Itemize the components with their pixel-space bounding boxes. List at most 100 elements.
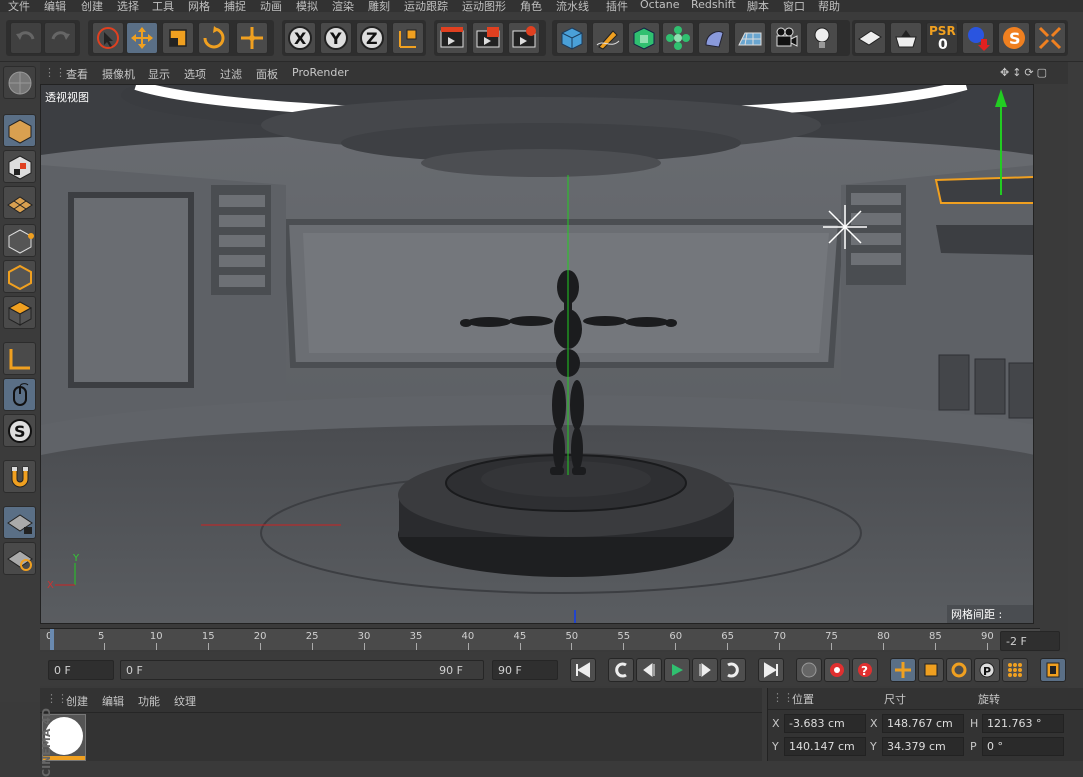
render-settings-button[interactable]	[508, 22, 540, 54]
lock-workplane-button[interactable]	[3, 506, 36, 539]
viewport-menu-item[interactable]: 摄像机	[102, 66, 135, 82]
menu-item[interactable]: 脚本	[747, 0, 769, 12]
viewport-menu-item[interactable]: ProRender	[292, 66, 349, 79]
transform-tool-button[interactable]	[236, 22, 268, 54]
floor-object-button[interactable]	[734, 22, 766, 54]
explode-plugin-button[interactable]	[1034, 22, 1066, 54]
render-to-picture-viewer-button[interactable]	[472, 22, 504, 54]
menu-item[interactable]: 编辑	[44, 0, 66, 12]
y-axis-lock-button[interactable]: Y	[320, 22, 352, 54]
menu-item[interactable]: 帮助	[818, 0, 840, 12]
workplane-mode-button[interactable]	[3, 186, 36, 219]
menu-item[interactable]: 角色	[520, 0, 542, 12]
make-editable-button[interactable]	[3, 66, 36, 99]
psr-button[interactable]: PSR 0	[926, 22, 958, 54]
light-button[interactable]	[806, 22, 838, 54]
surface-button[interactable]	[854, 22, 886, 54]
subdivision-surface-button[interactable]	[628, 22, 660, 54]
menu-item[interactable]: 窗口	[783, 0, 805, 12]
pen-spline-button[interactable]	[592, 22, 624, 54]
scale-tool-button[interactable]	[162, 22, 194, 54]
pos-x-field[interactable]: -3.683 cm	[784, 714, 866, 733]
scale-key-button[interactable]	[918, 658, 944, 682]
menu-item[interactable]: 工具	[152, 0, 174, 12]
undo-button[interactable]	[10, 22, 42, 54]
size-x-field[interactable]: 148.767 cm	[882, 714, 964, 733]
render-view-button[interactable]	[436, 22, 468, 54]
next-frame-button[interactable]	[692, 658, 718, 682]
menu-item[interactable]: 动画	[260, 0, 282, 12]
coordinate-system-button[interactable]	[392, 22, 424, 54]
position-key-button[interactable]	[890, 658, 916, 682]
viewport-menu-item[interactable]: 显示	[148, 66, 170, 82]
edges-mode-button[interactable]	[3, 260, 36, 293]
menu-item[interactable]: 模拟	[296, 0, 318, 12]
menu-item[interactable]: 网格	[188, 0, 210, 12]
cube-object-button[interactable]	[556, 22, 588, 54]
solo-mode-button[interactable]: S	[3, 414, 36, 447]
menu-item[interactable]: 流水线	[556, 0, 589, 12]
material-menu-item[interactable]: 纹理	[174, 693, 196, 709]
size-y-field[interactable]: 34.379 cm	[882, 737, 964, 756]
redo-button[interactable]	[44, 22, 76, 54]
preview-range-slider[interactable]: 0 F 90 F	[120, 660, 484, 680]
menu-item[interactable]: Octane	[640, 0, 680, 11]
viewport-menu-item[interactable]: 查看	[66, 66, 88, 82]
record-active-button[interactable]	[796, 658, 822, 682]
texture-mode-button[interactable]	[3, 150, 36, 183]
playhead-marker[interactable]	[50, 629, 54, 650]
model-mode-button[interactable]	[3, 114, 36, 147]
parameter-key-button[interactable]: P	[974, 658, 1000, 682]
menu-item[interactable]: 渲染	[332, 0, 354, 12]
menu-item[interactable]: 创建	[81, 0, 103, 12]
rot-h-field[interactable]: 121.763 °	[982, 714, 1064, 733]
planar-workplane-button[interactable]	[3, 542, 36, 575]
keyframe-selection-button[interactable]: ?	[852, 658, 878, 682]
goto-end-button[interactable]	[758, 658, 784, 682]
menu-item[interactable]: 运动图形	[462, 0, 506, 12]
menu-item[interactable]: 运动跟踪	[404, 0, 448, 12]
points-mode-button[interactable]	[3, 224, 36, 257]
x-axis-lock-button[interactable]: X	[284, 22, 316, 54]
end-frame-field[interactable]: 90 F	[492, 660, 558, 680]
viewport-nav-icons[interactable]: ✥↕⟳▢	[1000, 66, 1050, 79]
rotate-tool-button[interactable]	[198, 22, 230, 54]
menu-item[interactable]: 插件	[606, 0, 628, 12]
menu-item[interactable]: 选择	[117, 0, 139, 12]
z-axis-lock-button[interactable]: Z	[356, 22, 388, 54]
autokey-button[interactable]	[824, 658, 850, 682]
timeline-ruler[interactable]: 051015202530354045505560657075808590	[40, 628, 1040, 650]
snap-button[interactable]	[3, 460, 36, 493]
pos-y-field[interactable]: 140.147 cm	[784, 737, 866, 756]
tweak-mode-button[interactable]	[3, 378, 36, 411]
perspective-viewport[interactable]: 透视视图 Y X 网格间距 : 1000 cm	[40, 84, 1034, 624]
deformer-button[interactable]	[698, 22, 730, 54]
start-frame-field[interactable]: 0 F	[48, 660, 114, 680]
viewport-menu-item[interactable]: 面板	[256, 66, 278, 82]
move-tool-button[interactable]	[126, 22, 158, 54]
axis-mode-button[interactable]	[3, 342, 36, 375]
snap-plugin-button[interactable]: S	[998, 22, 1030, 54]
camera-button[interactable]	[770, 22, 802, 54]
prev-frame-button[interactable]	[636, 658, 662, 682]
rotation-key-button[interactable]	[946, 658, 972, 682]
next-key-button[interactable]	[720, 658, 746, 682]
menu-item[interactable]: 雕刻	[368, 0, 390, 12]
material-menu-item[interactable]: 创建	[66, 693, 88, 709]
menu-item[interactable]: 文件	[8, 0, 30, 12]
rot-p-field[interactable]: 0 °	[982, 737, 1064, 756]
polygons-mode-button[interactable]	[3, 296, 36, 329]
play-button[interactable]	[664, 658, 690, 682]
timeline-window-button[interactable]	[1040, 658, 1066, 682]
goto-start-button[interactable]	[570, 658, 596, 682]
menu-item[interactable]: 捕捉	[224, 0, 246, 12]
live-select-button[interactable]	[92, 22, 124, 54]
material-menu-item[interactable]: 功能	[138, 693, 160, 709]
material-button[interactable]	[890, 22, 922, 54]
prev-key-button[interactable]	[608, 658, 634, 682]
cloner-button[interactable]	[662, 22, 694, 54]
drop-to-floor-button[interactable]	[962, 22, 994, 54]
menu-item[interactable]: Redshift	[691, 0, 736, 11]
current-frame-field[interactable]: -2 F	[1000, 631, 1060, 651]
material-menu-item[interactable]: 编辑	[102, 693, 124, 709]
